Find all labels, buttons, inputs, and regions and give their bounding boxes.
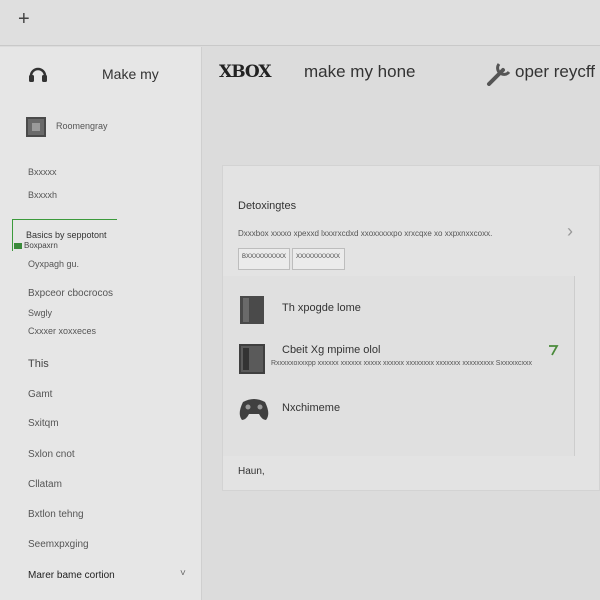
sidebar-item[interactable]: Sxitqm <box>28 418 59 429</box>
sidebar-item[interactable]: Oyxpagh gu. <box>28 259 79 269</box>
card-description: Dxxxbox xxxxo xpexxd lxxxrxcdxd xxoxxxxx… <box>238 229 493 238</box>
list-item-sub: Rxxxxxoxxxpp xxxxxx xxxxxx xxxxx xxxxxx … <box>271 360 532 367</box>
sidebar-item[interactable]: Seemxpxging <box>28 539 89 550</box>
check-icon <box>549 345 559 356</box>
list-item[interactable]: Nxchimeme <box>237 396 567 428</box>
headset-icon <box>29 67 47 82</box>
chevron-down-icon[interactable]: ˅ <box>180 568 186 579</box>
open-tool-button[interactable]: oper reycff <box>485 58 600 88</box>
sidebar-item[interactable]: Bxxxxx <box>28 167 57 177</box>
sidebar-header: Make my <box>0 47 202 101</box>
sidebar-title: Make my <box>102 66 159 82</box>
tag-button[interactable]: BXXXXXXXXXX <box>238 248 290 270</box>
list-item[interactable]: Cbeit Xg mpime olol Rxxxxxoxxxpp xxxxxx … <box>237 344 567 378</box>
top-bar: + <box>0 0 600 46</box>
sidebar-footer[interactable]: Marer bame cortion <box>28 570 115 581</box>
account-label: Roomengray <box>56 121 108 131</box>
page-title: make my hone <box>304 62 416 81</box>
card-footer: Haun, <box>238 466 265 477</box>
sidebar: Make my Roomengray Bxxxxx Bxxxxh Basics … <box>0 47 202 600</box>
plus-icon[interactable]: + <box>18 9 30 29</box>
sidebar-item[interactable]: Cxxxer xoxxeces <box>28 326 96 336</box>
sidebar-item[interactable]: This <box>28 358 49 370</box>
tool-label: oper reycff <box>515 62 596 81</box>
sidebar-item[interactable]: Sxlon cnot <box>28 449 75 460</box>
card-title: Detoxingtes <box>238 200 297 212</box>
chevron-right-icon[interactable]: › <box>567 221 573 242</box>
list-item-label: Nxchimeme <box>282 402 341 414</box>
main-card: Detoxingtes Dxxxbox xxxxo xpexxd lxxxrxc… <box>222 165 600 491</box>
console-icon <box>240 296 264 324</box>
sidebar-item[interactable]: Bxpceor cbocrocos <box>28 288 113 299</box>
list-item-label: Th xpogde lome <box>282 302 361 314</box>
account-item[interactable]: Roomengray <box>26 117 196 139</box>
selected-label: Basics by seppotont <box>26 230 107 240</box>
tag-label: XXXXXXXXXXX <box>296 254 341 260</box>
xbox-logo: XBOX <box>219 62 272 82</box>
sidebar-item[interactable]: Gamt <box>28 389 52 400</box>
monitor-icon <box>239 344 265 374</box>
tag-label: BXXXXXXXXXX <box>242 254 287 260</box>
list-item-label: Cbeit Xg mpime olol <box>282 344 381 356</box>
sidebar-item[interactable]: Cllatam <box>28 479 62 490</box>
sidebar-item[interactable]: Bxtlon tehng <box>28 509 84 520</box>
options-panel: Th xpogde lome Cbeit Xg mpime olol Rxxxx… <box>223 276 575 456</box>
list-item[interactable]: Th xpogde lome <box>237 296 567 328</box>
console-icon <box>26 117 46 137</box>
selected-sub-label: Boxpaxrn <box>14 241 58 250</box>
tag-button[interactable]: XXXXXXXXXXX <box>292 248 345 270</box>
sidebar-item[interactable]: Bxxxxh <box>28 190 57 200</box>
controller-icon <box>239 399 269 420</box>
controller-small-icon <box>14 242 22 249</box>
sidebar-item[interactable]: Swgly <box>28 308 52 318</box>
wrench-icon <box>487 63 511 86</box>
